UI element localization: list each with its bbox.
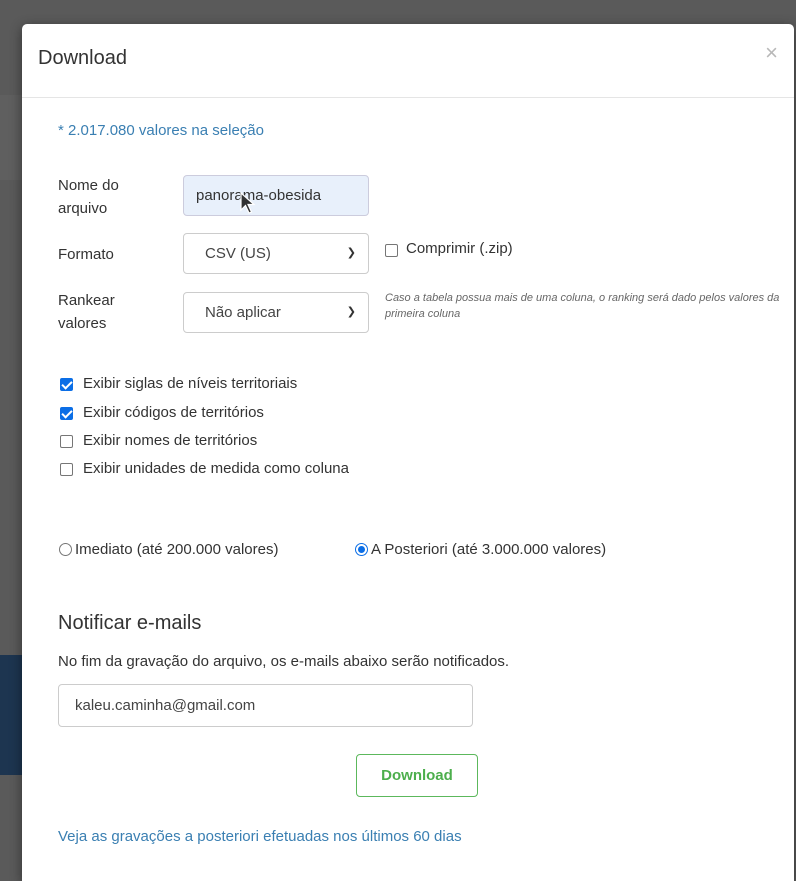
option-checkbox-units-column[interactable]	[60, 463, 73, 476]
deferred-radio[interactable]	[355, 543, 368, 556]
rank-select[interactable]: Não aplicar ❯	[183, 292, 369, 333]
option-checkbox-territory-codes[interactable]	[60, 407, 73, 420]
deferred-label: A Posteriori (até 3.000.000 valores)	[371, 541, 607, 558]
close-icon[interactable]: ×	[765, 42, 778, 64]
email-input[interactable]	[58, 684, 473, 727]
rank-hint: Caso a tabela possua mais de uma coluna,…	[385, 292, 780, 320]
option-checkbox-territorial-acronyms[interactable]	[60, 378, 73, 391]
background-panel	[0, 655, 22, 775]
rank-label-line2: valores	[58, 315, 107, 332]
filename-label-line2: arquivo	[58, 200, 108, 217]
compress-checkbox[interactable]	[385, 244, 398, 257]
mouse-pointer-icon	[240, 192, 256, 214]
format-label: Formato	[58, 246, 114, 263]
filename-label-line1: Nome do	[58, 177, 119, 194]
option-checkbox-territory-names[interactable]	[60, 435, 73, 448]
history-link[interactable]: Veja as gravações a posteriori efetuadas…	[58, 828, 462, 845]
dialog-header: Download ×	[22, 24, 794, 98]
compress-label: Comprimir (.zip)	[406, 240, 513, 257]
rank-selected-value: Não aplicar	[205, 304, 281, 321]
option-label: Exibir unidades de medida como coluna	[83, 460, 349, 477]
format-select[interactable]: CSV (US) ❯	[183, 233, 369, 274]
notify-description: No fim da gravação do arquivo, os e-mail…	[58, 653, 510, 670]
option-label: Exibir siglas de níveis territoriais	[83, 375, 298, 392]
background-panel	[0, 95, 22, 180]
option-label: Exibir nomes de territórios	[83, 432, 258, 449]
format-selected-value: CSV (US)	[205, 245, 271, 262]
filename-label: Nome do arquivo	[58, 174, 119, 220]
download-dialog: Download × * 2.017.080 valores na seleçã…	[22, 24, 794, 881]
notify-title: Notificar e-mails	[58, 612, 202, 634]
chevron-down-icon: ❯	[346, 247, 356, 259]
filename-input[interactable]	[183, 175, 369, 216]
rank-label-line1: Rankear	[58, 292, 115, 309]
download-button[interactable]: Download	[356, 754, 478, 797]
dialog-title: Download	[38, 47, 127, 69]
rank-label: Rankear valores	[58, 289, 115, 335]
immediate-label: Imediato (até 200.000 valores)	[75, 541, 279, 558]
immediate-radio[interactable]	[59, 543, 72, 556]
chevron-down-icon: ❯	[346, 306, 356, 318]
option-label: Exibir códigos de territórios	[83, 404, 264, 421]
selection-count: * 2.017.080 valores na seleção	[58, 122, 264, 139]
